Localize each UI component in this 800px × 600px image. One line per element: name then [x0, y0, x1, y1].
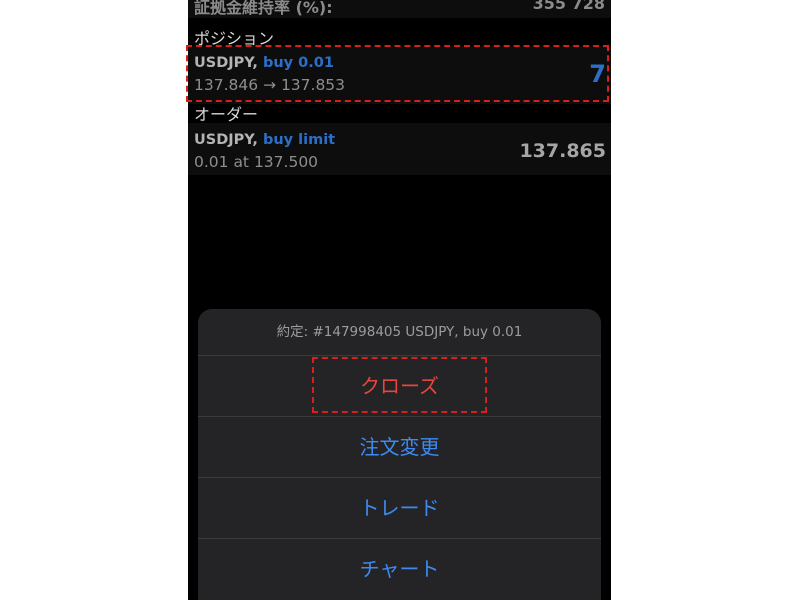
order-row[interactable]: USDJPY, buy limit 0.01 at 137.500 137.86… — [188, 123, 611, 175]
margin-level-row: 証拠金維持率 (%): 355 728 — [188, 0, 611, 18]
order-price: 137.865 — [519, 140, 606, 162]
close-button-highlight-box — [312, 357, 487, 413]
action-sheet: 約定: #147998405 USDJPY, buy 0.01 クローズ 注文変… — [198, 309, 601, 600]
position-highlight-box — [186, 45, 609, 102]
order-action: buy limit — [262, 132, 336, 148]
order-symbol: USDJPY, — [194, 132, 258, 148]
margin-level-label: 証拠金維持率 (%): — [194, 0, 333, 17]
modify-order-button[interactable]: 注文変更 — [198, 416, 601, 478]
orders-header: オーダー — [194, 105, 259, 124]
order-detail: 0.01 at 137.500 — [194, 153, 319, 171]
trade-button[interactable]: トレード — [198, 477, 601, 539]
margin-level-value: 355 728 — [532, 0, 605, 13]
chart-button[interactable]: チャート — [198, 538, 601, 600]
order-title: USDJPY, buy limit — [194, 132, 335, 148]
action-sheet-title: 約定: #147998405 USDJPY, buy 0.01 — [276, 324, 523, 340]
